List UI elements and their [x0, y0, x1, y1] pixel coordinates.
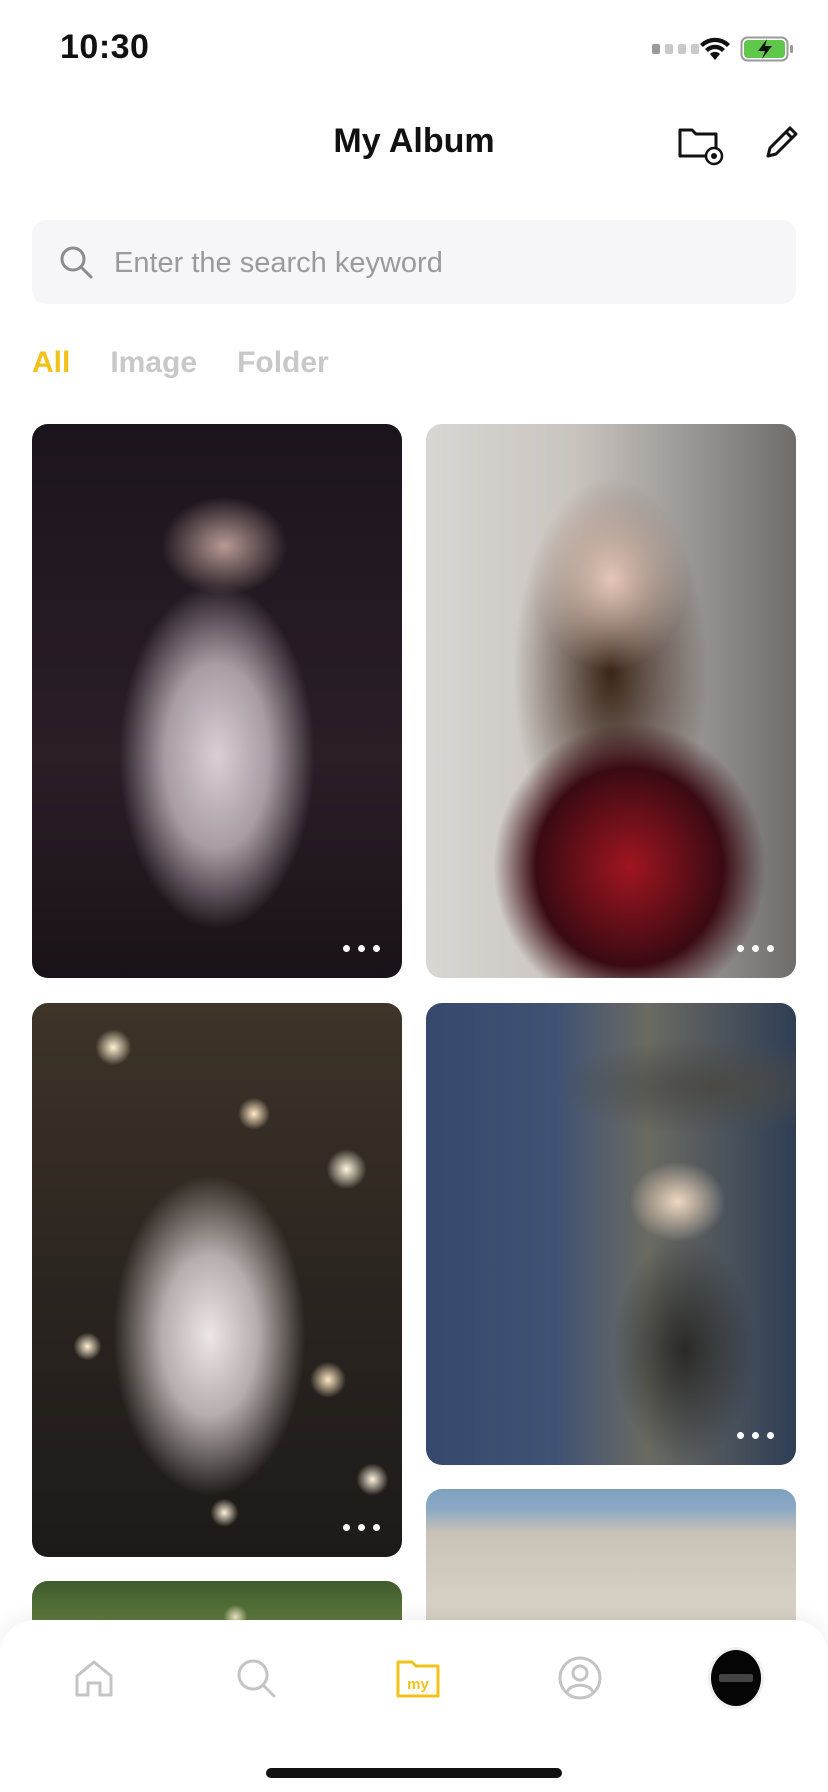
search-input[interactable] [112, 220, 756, 306]
tab-folder[interactable]: Folder [237, 346, 329, 380]
status-time: 10:30 [60, 28, 150, 66]
more-icon[interactable] [737, 1432, 774, 1439]
profile-icon [558, 1656, 602, 1700]
edit-icon[interactable] [760, 120, 804, 164]
more-icon[interactable] [343, 1524, 380, 1531]
bottom-navigation: my [0, 1620, 828, 1792]
more-icon[interactable] [343, 945, 380, 952]
wifi-icon [700, 37, 730, 60]
nav-avatar[interactable] [708, 1647, 764, 1709]
nav-home[interactable] [66, 1650, 122, 1706]
search-bar[interactable] [32, 220, 796, 306]
my-folder-icon: my [396, 1660, 440, 1698]
svg-text:my: my [407, 1676, 429, 1693]
cellular-signal-icon [652, 44, 699, 54]
tab-image[interactable]: Image [110, 346, 197, 380]
album-photo-4[interactable] [426, 1003, 796, 1465]
nav-search[interactable] [228, 1650, 284, 1706]
home-indicator [266, 1768, 562, 1778]
album-photo-3[interactable] [32, 1003, 402, 1557]
more-icon[interactable] [737, 945, 774, 952]
home-icon [75, 1660, 113, 1697]
status-bar: 10:30 [0, 0, 828, 100]
album-photo-1[interactable] [32, 424, 402, 978]
header: My Album [0, 100, 828, 190]
nav-profile[interactable] [552, 1650, 608, 1706]
search-icon [60, 246, 93, 279]
avatar [708, 1647, 764, 1709]
album-photo-2[interactable] [426, 424, 796, 978]
filter-tabs: All Image Folder [32, 346, 329, 380]
search-icon [237, 1659, 276, 1698]
folder-settings-icon[interactable] [676, 120, 726, 170]
nav-my-album[interactable]: my [390, 1650, 446, 1706]
tab-all[interactable]: All [32, 346, 70, 380]
battery-charging-icon [740, 36, 793, 62]
